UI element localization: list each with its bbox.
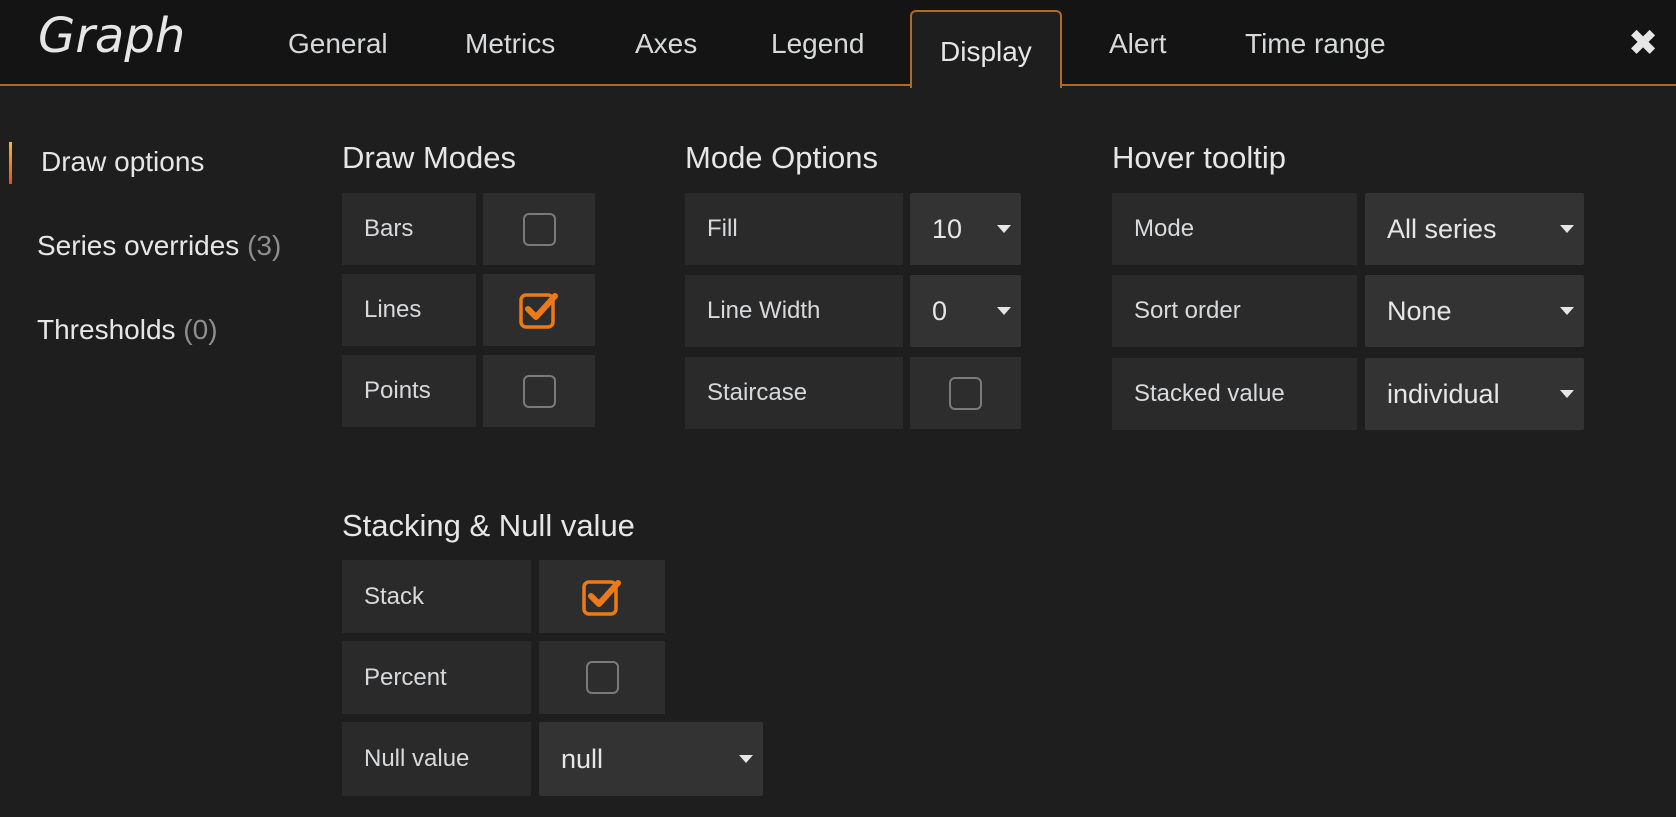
caret-down-icon [1560, 225, 1574, 233]
checkbox-unchecked-icon [522, 374, 556, 408]
checkbox-unchecked-icon [522, 212, 556, 246]
null-value-value: null [561, 743, 604, 774]
staircase-checkbox[interactable] [910, 357, 1021, 429]
sort-order-value: None [1387, 295, 1452, 326]
tooltip-mode-select[interactable]: All series [1365, 193, 1584, 265]
sidenav-item-label: Thresholds [37, 314, 176, 345]
bars-label: Bars [342, 193, 476, 265]
sidenav-item-series-overrides[interactable]: Series overrides (3) [37, 230, 281, 262]
tooltip-mode-label: Mode [1112, 193, 1357, 265]
panel-title: Graph [38, 8, 186, 64]
stacked-value-select[interactable]: individual [1365, 358, 1584, 430]
points-label: Points [342, 355, 476, 427]
caret-down-icon [739, 755, 753, 763]
tab-display[interactable]: Display [910, 10, 1062, 88]
close-icon[interactable]: ✖ [1628, 22, 1658, 64]
bars-checkbox[interactable] [483, 193, 595, 265]
caret-down-icon [997, 307, 1011, 315]
caret-down-icon [1560, 390, 1574, 398]
stack-label: Stack [342, 560, 531, 633]
null-value-select[interactable]: null [539, 722, 763, 796]
sidenav-item-label: Series overrides [37, 230, 240, 261]
stacked-value-label: Stacked value [1112, 358, 1357, 430]
percent-label: Percent [342, 641, 531, 714]
stacked-value-value: individual [1387, 378, 1500, 409]
sidenav-item-count: (3) [247, 230, 282, 261]
tab-metrics[interactable]: Metrics [465, 28, 555, 60]
checkbox-unchecked-icon [949, 376, 982, 410]
side-active-indicator [9, 142, 12, 184]
tab-general[interactable]: General [288, 28, 388, 60]
sort-order-select[interactable]: None [1365, 275, 1584, 347]
checkbox-checked-icon [582, 579, 621, 616]
tab-legend[interactable]: Legend [771, 28, 864, 60]
line-width-label: Line Width [685, 275, 903, 347]
checkbox-unchecked-icon [585, 661, 619, 694]
line-width-value: 0 [932, 295, 948, 326]
caret-down-icon [997, 225, 1011, 233]
draw-modes-title: Draw Modes [342, 140, 516, 175]
tooltip-mode-value: All series [1387, 213, 1497, 244]
sidenav-item-count: (0) [183, 314, 218, 345]
checkbox-checked-icon [519, 293, 558, 329]
fill-value: 10 [932, 213, 963, 244]
editor-header: Graph General Metrics Axes Legend Displa… [0, 0, 1676, 88]
tab-axes[interactable]: Axes [635, 28, 697, 60]
null-value-label: Null value [342, 722, 531, 796]
tab-alert[interactable]: Alert [1109, 28, 1167, 60]
hover-tooltip-title: Hover tooltip [1112, 140, 1287, 175]
lines-checkbox[interactable] [483, 274, 595, 346]
stack-checkbox[interactable] [539, 560, 665, 633]
staircase-label: Staircase [685, 357, 903, 429]
caret-down-icon [1560, 307, 1574, 315]
fill-select[interactable]: 10 [910, 193, 1021, 265]
mode-options-title: Mode Options [685, 140, 878, 175]
sidenav-item-label: Draw options [41, 146, 205, 177]
sort-order-label: Sort order [1112, 275, 1357, 347]
fill-label: Fill [685, 193, 903, 265]
percent-checkbox[interactable] [539, 641, 665, 714]
tab-time-range[interactable]: Time range [1245, 28, 1386, 60]
line-width-select[interactable]: 0 [910, 275, 1021, 347]
sidenav-item-draw-options[interactable]: Draw options [41, 146, 204, 178]
stacking-title: Stacking & Null value [342, 508, 635, 543]
lines-label: Lines [342, 274, 476, 346]
sidenav-item-thresholds[interactable]: Thresholds (0) [37, 314, 218, 346]
points-checkbox[interactable] [483, 355, 595, 427]
